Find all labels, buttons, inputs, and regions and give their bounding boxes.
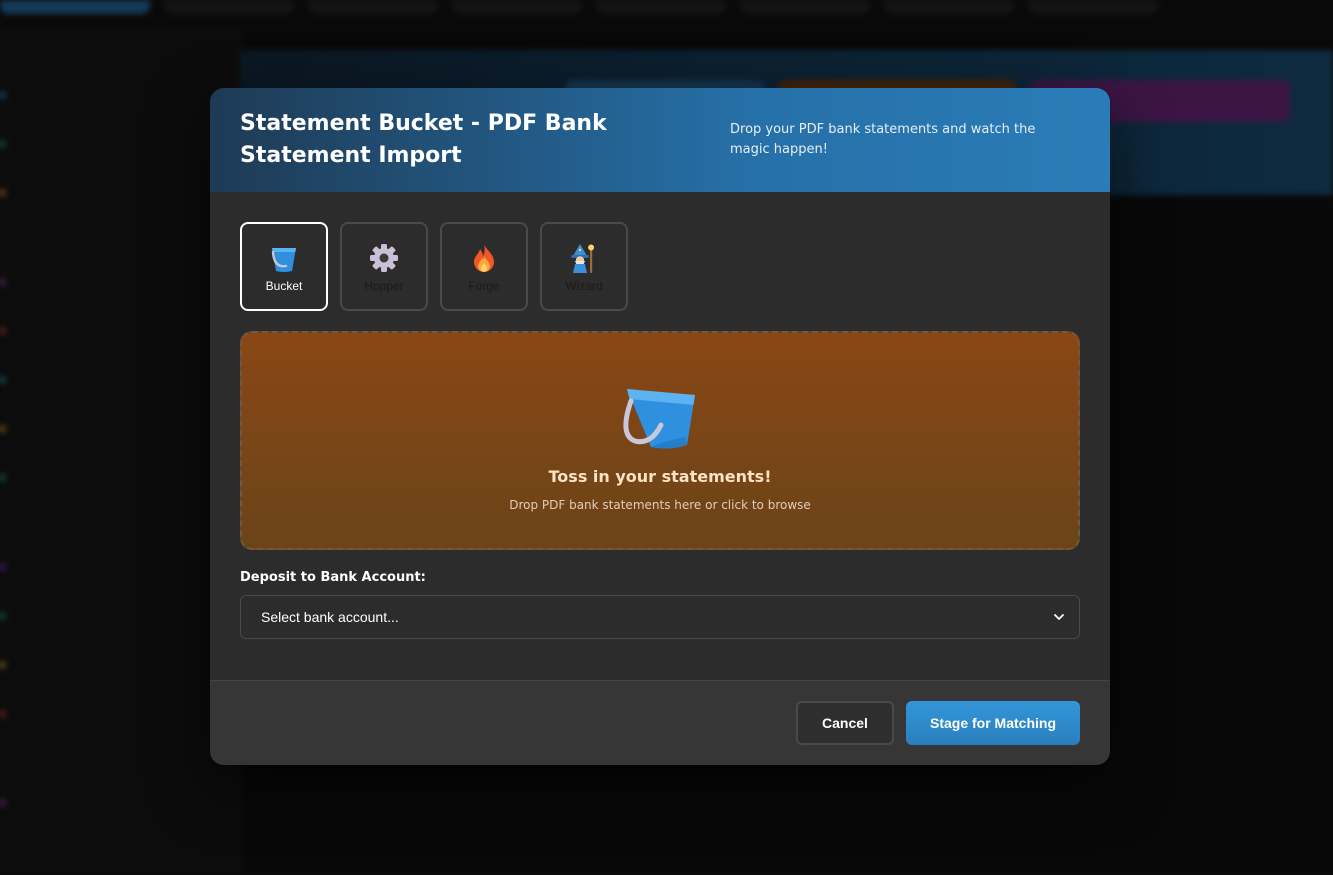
mode-hopper-label: Hopper bbox=[364, 278, 404, 293]
modal-subtitle: Drop your PDF bank statements and watch … bbox=[730, 122, 1036, 157]
modal-title: Statement Bucket - PDF Bank Statement Im… bbox=[240, 111, 607, 168]
chevron-down-icon bbox=[1053, 608, 1065, 627]
mode-wizard-button[interactable]: Wizard bbox=[540, 222, 628, 311]
bank-account-label: Deposit to Bank Account: bbox=[240, 570, 426, 585]
bank-account-select-value: Select bank account... bbox=[261, 609, 399, 625]
bucket-icon bbox=[621, 383, 699, 453]
mode-wizard-label: Wizard bbox=[565, 278, 603, 293]
fire-icon bbox=[467, 241, 501, 275]
modal-header: Statement Bucket - PDF Bank Statement Im… bbox=[210, 88, 1110, 192]
modal-footer: Cancel Stage for Matching bbox=[210, 680, 1110, 765]
mode-selector: Bucket Hopper Forge Wizard bbox=[240, 222, 1080, 311]
gear-icon bbox=[367, 241, 401, 275]
mode-forge-button[interactable]: Forge bbox=[440, 222, 528, 311]
bank-account-select[interactable]: Select bank account... bbox=[240, 595, 1080, 639]
mode-bucket-button[interactable]: Bucket bbox=[240, 222, 328, 311]
dropzone-title: Toss in your statements! bbox=[548, 467, 772, 486]
import-modal: Statement Bucket - PDF Bank Statement Im… bbox=[210, 88, 1110, 765]
mode-bucket-label: Bucket bbox=[265, 278, 303, 293]
modal-body: Bucket Hopper Forge Wizard Toss in your … bbox=[210, 192, 1110, 639]
dropzone-hint: Drop PDF bank statements here or click t… bbox=[509, 498, 811, 512]
stage-for-matching-button[interactable]: Stage for Matching bbox=[906, 701, 1080, 745]
file-dropzone[interactable]: Toss in your statements! Drop PDF bank s… bbox=[240, 331, 1080, 550]
wizard-icon bbox=[567, 241, 601, 275]
bucket-icon bbox=[267, 241, 301, 275]
mode-forge-label: Forge bbox=[468, 278, 500, 293]
mode-hopper-button[interactable]: Hopper bbox=[340, 222, 428, 311]
cancel-button[interactable]: Cancel bbox=[796, 701, 894, 745]
